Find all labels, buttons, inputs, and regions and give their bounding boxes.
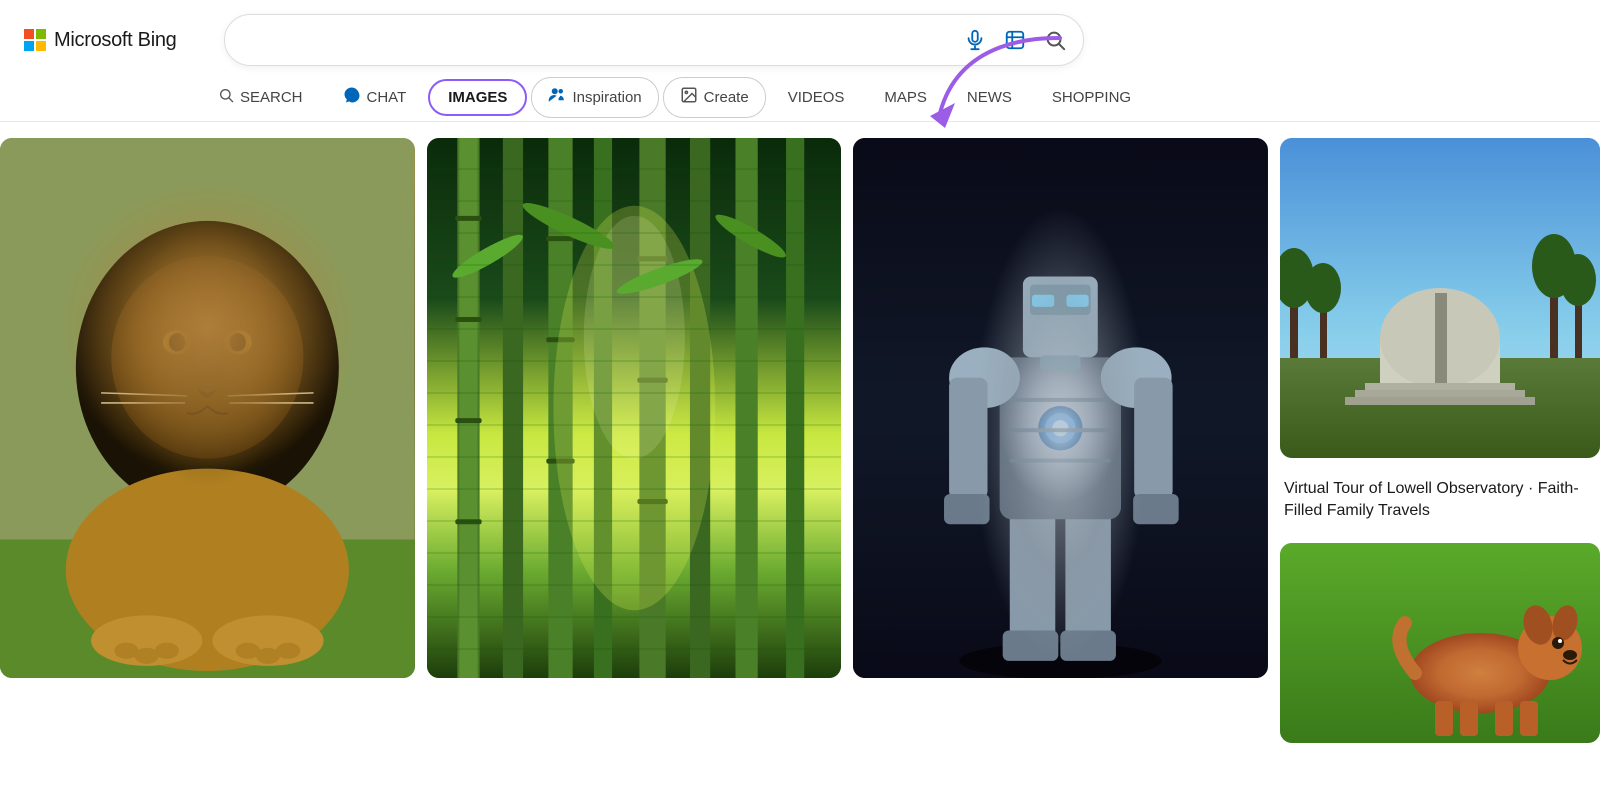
dog-image[interactable] — [1280, 543, 1600, 743]
search-button[interactable] — [1042, 27, 1068, 53]
image-col-3 — [853, 138, 1268, 743]
image-col-4: Virtual Tour of Lowell Observatory · Fai… — [1280, 138, 1600, 743]
create-icon — [680, 86, 698, 109]
tab-images-label: IMAGES — [448, 89, 507, 106]
tab-images[interactable]: IMAGES — [428, 79, 527, 116]
brand-name: Microsoft Bing — [54, 29, 177, 52]
tab-shopping-label: SHOPPING — [1052, 89, 1131, 106]
inspiration-icon — [548, 86, 566, 109]
observatory-title: Virtual Tour of Lowell Observatory · Fai… — [1284, 480, 1579, 519]
observatory-caption: Virtual Tour of Lowell Observatory · Fai… — [1280, 470, 1600, 531]
tab-maps[interactable]: MAPS — [866, 77, 945, 118]
logo-blue-sq — [24, 41, 34, 51]
header: Microsoft Bing — [0, 0, 1600, 66]
search-container — [224, 14, 1084, 66]
search-input[interactable] — [224, 14, 1084, 66]
tab-search-label: SEARCH — [240, 89, 303, 106]
tab-news[interactable]: NEWS — [949, 77, 1030, 118]
observatory-image[interactable] — [1280, 138, 1600, 458]
ironman-image[interactable] — [853, 138, 1268, 678]
chat-icon — [343, 86, 361, 109]
search-icon — [218, 87, 234, 108]
logo-red-sq — [24, 29, 34, 39]
tab-news-label: NEWS — [967, 89, 1012, 106]
logo-green-sq — [36, 29, 46, 39]
tab-maps-label: MAPS — [884, 89, 927, 106]
tab-inspiration-label: Inspiration — [572, 89, 641, 106]
microsoft-logo — [24, 29, 46, 51]
mic-button[interactable] — [962, 27, 988, 53]
logo-area: Microsoft Bing — [24, 29, 204, 52]
nav-tabs: SEARCH CHAT IMAGES Inspiration Create VI… — [0, 66, 1600, 122]
visual-search-button[interactable] — [1002, 27, 1028, 53]
bamboo-image[interactable] — [427, 138, 842, 678]
tab-shopping[interactable]: SHOPPING — [1034, 77, 1149, 118]
tab-videos-label: VIDEOS — [788, 89, 845, 106]
logo-yellow-sq — [36, 41, 46, 51]
lion-image[interactable] — [0, 138, 415, 678]
image-grid: Virtual Tour of Lowell Observatory · Fai… — [0, 122, 1600, 743]
tab-create[interactable]: Create — [663, 77, 766, 118]
tab-videos[interactable]: VIDEOS — [770, 77, 863, 118]
search-icon-group — [962, 27, 1068, 53]
tab-chat[interactable]: CHAT — [325, 74, 425, 121]
tab-search[interactable]: SEARCH — [200, 75, 321, 120]
tab-inspiration[interactable]: Inspiration — [531, 77, 658, 118]
tab-create-label: Create — [704, 89, 749, 106]
tab-chat-label: CHAT — [367, 89, 407, 106]
image-col-1 — [0, 138, 415, 743]
image-col-2 — [427, 138, 842, 743]
